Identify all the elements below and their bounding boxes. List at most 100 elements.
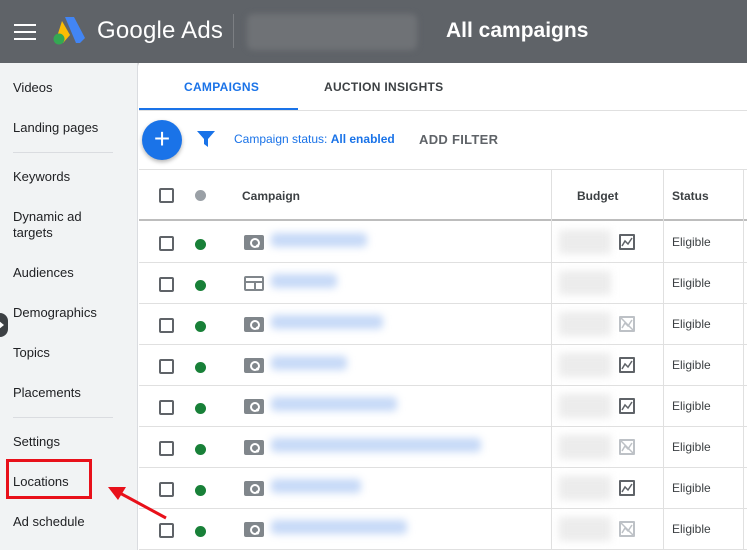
campaign-name-link[interactable] (271, 356, 347, 370)
sidebar-item-demographics[interactable]: Demographics (13, 305, 97, 321)
status-text: Eligible (672, 317, 711, 331)
campaign-name-link[interactable] (271, 520, 407, 534)
chart-icon[interactable] (619, 398, 635, 414)
status-text: Eligible (672, 358, 711, 372)
status-text: Eligible (672, 481, 711, 495)
table-row[interactable]: Eligible (139, 468, 747, 509)
table-row[interactable]: Eligible (139, 509, 747, 550)
sidebar-divider (13, 417, 113, 418)
search-campaign-icon (244, 317, 264, 332)
budget-value (559, 394, 611, 418)
budget-value (559, 271, 611, 295)
enabled-status-dot-icon (195, 444, 206, 455)
campaign-name-link[interactable] (271, 438, 481, 452)
campaigns-table: Campaign Budget Status Eligible Eligible… (139, 169, 747, 550)
row-checkbox[interactable] (159, 441, 174, 456)
google-ads-logo-icon (53, 17, 85, 45)
filter-icon[interactable] (197, 131, 215, 147)
chart-disabled-icon[interactable] (619, 439, 635, 455)
search-campaign-icon (244, 440, 264, 455)
display-campaign-icon (244, 276, 264, 291)
sidebar-item-audiences[interactable]: Audiences (13, 265, 74, 281)
tab-auction-insights[interactable]: AUCTION INSIGHTS (324, 80, 443, 94)
tab-bar-border (139, 110, 747, 111)
status-text: Eligible (672, 440, 711, 454)
enabled-status-dot-icon (195, 526, 206, 537)
budget-value (559, 476, 611, 500)
chart-disabled-icon[interactable] (619, 316, 635, 332)
search-campaign-icon (244, 399, 264, 414)
table-row[interactable]: Eligible (139, 304, 747, 345)
campaign-name-link[interactable] (271, 315, 383, 329)
chart-icon[interactable] (619, 357, 635, 373)
status-text: Eligible (672, 276, 711, 290)
header-divider (233, 14, 234, 48)
sidebar-item-dynamic-ad-targets[interactable]: Dynamic ad targets (13, 209, 113, 241)
row-checkbox[interactable] (159, 236, 174, 251)
row-checkbox[interactable] (159, 318, 174, 333)
sidebar-item-landing-pages[interactable]: Landing pages (13, 120, 98, 136)
sidebar-divider (13, 152, 113, 153)
add-filter-button[interactable]: ADD FILTER (419, 132, 498, 147)
enabled-status-dot-icon (195, 321, 206, 332)
sidebar-item-ad-schedule[interactable]: Ad schedule (13, 514, 85, 530)
sidebar-item-settings[interactable]: Settings (13, 434, 60, 450)
campaign-name-link[interactable] (271, 479, 361, 493)
campaign-status-filter[interactable]: Campaign status: All enabled (234, 132, 395, 146)
column-header-campaign[interactable]: Campaign (242, 189, 300, 203)
red-arrow-annotation-icon (108, 487, 167, 520)
budget-value (559, 435, 611, 459)
campaign-name-link[interactable] (271, 233, 367, 247)
page-title: All campaigns (446, 19, 589, 42)
row-checkbox[interactable] (159, 277, 174, 292)
table-row[interactable]: Eligible (139, 345, 747, 386)
enabled-status-dot-icon (195, 280, 206, 291)
status-text: Eligible (672, 522, 711, 536)
search-campaign-icon (244, 358, 264, 373)
add-campaign-button[interactable]: + (142, 120, 182, 160)
sidebar-item-keywords[interactable]: Keywords (13, 169, 70, 185)
status-text: Eligible (672, 399, 711, 413)
sidebar-item-videos[interactable]: Videos (13, 80, 53, 96)
row-checkbox[interactable] (159, 359, 174, 374)
top-app-bar: Google Ads All campaigns (0, 0, 747, 63)
table-row[interactable]: Eligible (139, 427, 747, 468)
campaign-name-link[interactable] (271, 274, 337, 288)
tab-bar: CAMPAIGNS AUCTION INSIGHTS (139, 63, 747, 111)
chart-icon[interactable] (619, 234, 635, 250)
budget-value (559, 353, 611, 377)
column-header-budget[interactable]: Budget (577, 189, 618, 203)
table-row[interactable]: Eligible (139, 263, 747, 304)
chart-icon[interactable] (619, 480, 635, 496)
enabled-status-dot-icon (195, 403, 206, 414)
search-campaign-icon (244, 522, 264, 537)
row-checkbox[interactable] (159, 400, 174, 415)
brand-name: Google Ads (97, 17, 224, 44)
filter-value-text: All enabled (330, 132, 395, 146)
account-selector[interactable] (247, 14, 417, 50)
locations-highlight-box (6, 459, 92, 499)
enabled-status-dot-icon (195, 485, 206, 496)
campaign-name-link[interactable] (271, 397, 397, 411)
enabled-status-dot-icon (195, 362, 206, 373)
table-row[interactable]: Eligible (139, 386, 747, 427)
status-text: Eligible (672, 235, 711, 249)
table-header-row: Campaign Budget Status (139, 169, 747, 221)
budget-value (559, 230, 611, 254)
tab-campaigns[interactable]: CAMPAIGNS (184, 80, 259, 94)
select-all-checkbox[interactable] (159, 188, 174, 203)
chart-disabled-icon[interactable] (619, 521, 635, 537)
filter-label-text: Campaign status: (234, 132, 331, 146)
search-campaign-icon (244, 481, 264, 496)
budget-value (559, 312, 611, 336)
budget-value (559, 517, 611, 541)
sidebar-item-topics[interactable]: Topics (13, 345, 50, 361)
row-checkbox[interactable] (159, 523, 174, 538)
column-header-status[interactable]: Status (672, 189, 709, 203)
status-dot-header-icon (195, 190, 206, 201)
hamburger-menu-icon[interactable] (14, 24, 36, 40)
sidebar-item-placements[interactable]: Placements (13, 385, 81, 401)
table-row[interactable]: Eligible (139, 222, 747, 263)
enabled-status-dot-icon (195, 239, 206, 250)
search-campaign-icon (244, 235, 264, 250)
